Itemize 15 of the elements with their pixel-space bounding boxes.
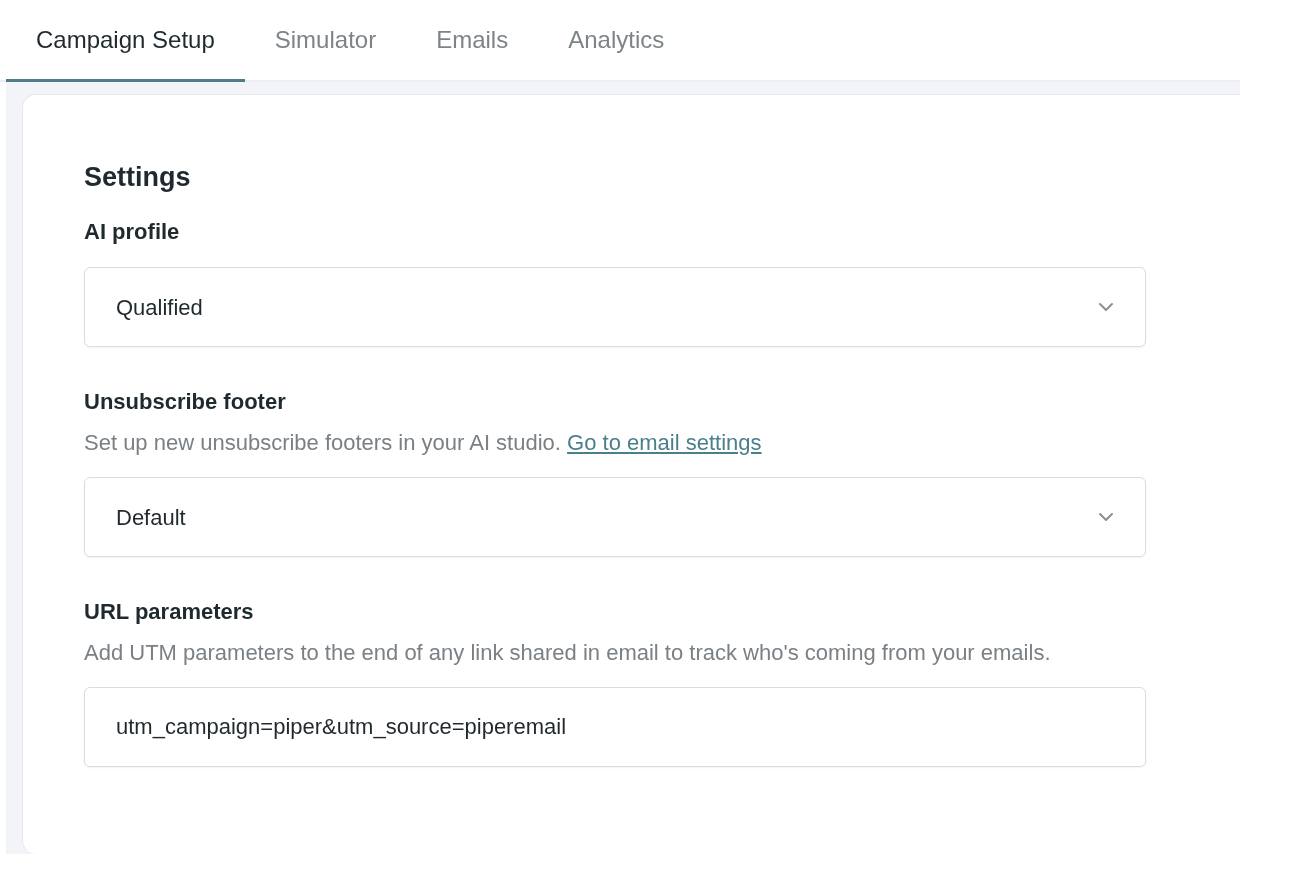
tab[interactable]: Simulator xyxy=(244,0,407,82)
tab[interactable]: Analytics xyxy=(538,0,695,82)
select-dropdown[interactable]: Default xyxy=(84,477,1146,557)
select-dropdown[interactable]: Qualified xyxy=(84,267,1146,347)
chevron-down-icon xyxy=(1098,302,1114,312)
input-field[interactable]: utm_campaign=piper&utm_source=piperemail xyxy=(84,687,1146,767)
section-title: Settings xyxy=(84,161,192,194)
tab[interactable]: Emails xyxy=(406,0,539,82)
field-description: Set up new unsubscribe footers in your AI studio. Go to email settings xyxy=(84,429,763,457)
field-description: Add UTM parameters to the end of any link shared in email to track who's coming from your emails. xyxy=(84,639,1052,667)
chevron-down-icon xyxy=(1098,512,1114,522)
field-label: AI profile xyxy=(84,218,181,246)
field-label: URL parameters xyxy=(84,598,255,626)
email-settings-link[interactable]: Go to email settings xyxy=(567,430,762,455)
field-label: Unsubscribe footer xyxy=(84,388,287,416)
